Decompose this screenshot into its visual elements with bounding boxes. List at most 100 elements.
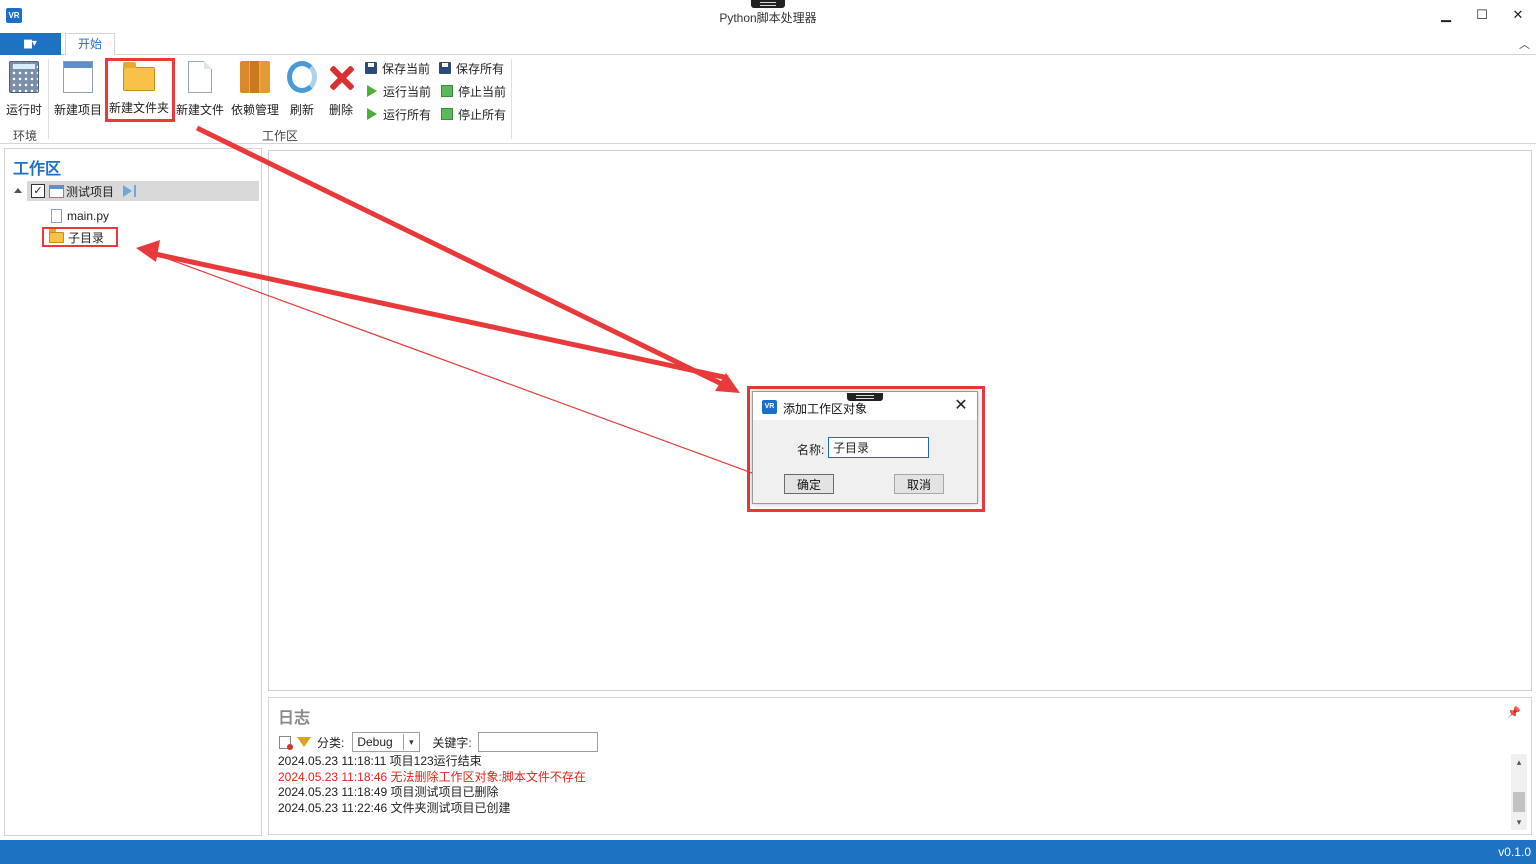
- runtime-button[interactable]: 运行时: [4, 59, 44, 117]
- scroll-thumb[interactable]: [1513, 792, 1525, 812]
- keyword-input[interactable]: [477, 732, 598, 752]
- pin-icon[interactable]: 📌: [1507, 706, 1521, 719]
- run-current-button[interactable]: 运行当前: [367, 82, 431, 100]
- ok-button[interactable]: 确定: [784, 474, 834, 494]
- add-workspace-object-dialog: VR 添加工作区对象 ✕ 名称: 确定 取消: [752, 391, 978, 504]
- new-project-button[interactable]: 新建项目: [52, 59, 104, 117]
- group-separator: [48, 59, 49, 139]
- folder-open-icon: [123, 62, 155, 91]
- file-menu-button[interactable]: ▆▾: [0, 33, 61, 55]
- play-icon: [367, 85, 377, 97]
- save-all-icon: [439, 62, 451, 74]
- delete-button[interactable]: 删除: [324, 59, 358, 117]
- cancel-button[interactable]: 取消: [894, 474, 944, 494]
- delete-label: 删除: [328, 103, 353, 117]
- new-file-button[interactable]: 新建文件: [174, 59, 226, 117]
- refresh-button[interactable]: 刷新: [285, 59, 319, 117]
- status-bar: v0.1.0: [0, 840, 1536, 864]
- log-entry: 2024.05.23 11:22:46 文件夹测试项目已创建: [278, 800, 511, 815]
- folder-name: 子目录: [68, 230, 105, 245]
- dialog-grip-icon[interactable]: [847, 393, 883, 401]
- run-all-button[interactable]: 运行所有: [367, 105, 431, 123]
- maximize-button[interactable]: ☐: [1464, 0, 1500, 31]
- log-title: 日志: [278, 710, 311, 727]
- stop-icon: [441, 85, 453, 97]
- file-name: main.py: [67, 209, 110, 223]
- stop-current-label: 停止当前: [458, 84, 507, 99]
- runtime-label: 运行时: [5, 103, 42, 117]
- scroll-down-icon[interactable]: ▾: [1511, 814, 1527, 830]
- group-label-environment: 环境: [13, 129, 38, 143]
- log-list: 2024.05.23 11:18:11 项目123运行结束 2024.05.23…: [278, 754, 586, 816]
- name-input[interactable]: [828, 437, 929, 458]
- project-checkbox[interactable]: ✓: [31, 184, 45, 198]
- dialog-title: 添加工作区对象: [783, 402, 868, 416]
- stop-all-button[interactable]: 停止所有: [441, 105, 506, 123]
- refresh-label: 刷新: [289, 103, 314, 117]
- scroll-up-icon[interactable]: ▴: [1511, 754, 1527, 770]
- ribbon-tab-row: ▆▾ 开始 ︿: [0, 31, 1536, 56]
- dependency-button[interactable]: 依赖管理: [229, 59, 281, 117]
- log-panel: 日志 📌 分类: Debug ▾ 关键字: 2024.05.23 11:18:1…: [268, 697, 1532, 835]
- log-entry-error: 2024.05.23 11:18:46 无法删除工作区对象:脚本文件不存在: [278, 769, 586, 784]
- books-icon: [240, 61, 270, 93]
- workspace-title: 工作区: [13, 161, 62, 178]
- tab-start[interactable]: 开始: [65, 33, 115, 56]
- play-icon: [367, 108, 377, 120]
- stop-icon: [441, 108, 453, 120]
- new-folder-label: 新建文件夹: [108, 101, 169, 115]
- title-bar: VR Python脚本处理器 ▁ ☐ ✕: [0, 0, 1536, 31]
- filter-icon: [297, 737, 311, 747]
- name-label: 名称:: [797, 443, 825, 457]
- log-scrollbar[interactable]: ▴ ▾: [1511, 754, 1527, 830]
- stop-current-button[interactable]: 停止当前: [441, 82, 506, 100]
- ribbon-collapse-icon[interactable]: ︿: [1519, 36, 1530, 52]
- window-grip-icon[interactable]: [751, 0, 785, 8]
- category-select[interactable]: Debug ▾: [352, 732, 421, 752]
- file-icon: [51, 209, 62, 223]
- log-entry: 2024.05.23 11:18:49 项目测试项目已删除: [278, 785, 499, 799]
- log-entry: 2024.05.23 11:18:11 项目123运行结束: [278, 754, 482, 768]
- save-current-label: 保存当前: [382, 61, 431, 76]
- window-controls: ▁ ☐ ✕: [1428, 0, 1536, 31]
- ribbon: 运行时 环境 新建项目 新建文件夹 新建文件 依赖管理 刷新 删除 保存当前 运…: [0, 55, 1536, 144]
- save-current-button[interactable]: 保存当前: [365, 59, 430, 77]
- keyword-label: 关键字:: [432, 735, 472, 750]
- stop-all-label: 停止所有: [458, 107, 507, 122]
- file-icon: [188, 61, 212, 93]
- tree-item-file[interactable]: main.py: [51, 206, 109, 226]
- workspace-panel: 工作区 ✓ 测试项目 main.py 子目录: [4, 148, 262, 836]
- project-window-icon: [49, 184, 64, 198]
- window-title: Python脚本处理器: [719, 11, 817, 25]
- delete-x-icon: [325, 61, 357, 93]
- group-label-workspace: 工作区: [262, 129, 299, 143]
- save-all-label: 保存所有: [456, 61, 505, 76]
- save-icon: [365, 62, 377, 74]
- tree-item-project[interactable]: ✓ 测试项目: [14, 181, 259, 201]
- run-project-icon[interactable]: [122, 185, 137, 197]
- new-file-label: 新建文件: [175, 103, 224, 117]
- dependency-label: 依赖管理: [230, 103, 279, 117]
- new-project-label: 新建项目: [53, 103, 102, 117]
- minimize-button[interactable]: ▁: [1428, 0, 1464, 31]
- app-window: VR Python脚本处理器 ▁ ☐ ✕ ▆▾ 开始 ︿ 运行时 环境 新建项目…: [0, 0, 1536, 864]
- folder-icon: [49, 228, 64, 243]
- run-all-label: 运行所有: [383, 107, 432, 122]
- new-folder-button[interactable]: 新建文件夹: [107, 59, 171, 117]
- tree-item-folder[interactable]: 子目录: [49, 227, 104, 247]
- dialog-logo-icon: VR: [762, 400, 777, 414]
- expand-arrow-icon[interactable]: [14, 188, 22, 193]
- group-separator: [511, 59, 512, 139]
- log-toolbar: 分类: Debug ▾ 关键字:: [279, 731, 598, 753]
- category-value: Debug: [357, 735, 393, 749]
- refresh-icon: [287, 61, 317, 93]
- save-all-button[interactable]: 保存所有: [439, 59, 504, 77]
- chevron-down-icon: ▾: [403, 734, 418, 750]
- window-icon: [63, 61, 93, 93]
- close-button[interactable]: ✕: [1500, 0, 1536, 31]
- dialog-close-icon[interactable]: ✕: [951, 396, 971, 416]
- project-name: 测试项目: [66, 184, 115, 199]
- version-label: v0.1.0: [1498, 845, 1531, 859]
- clear-log-icon[interactable]: [279, 735, 293, 750]
- category-label: 分类:: [317, 735, 345, 750]
